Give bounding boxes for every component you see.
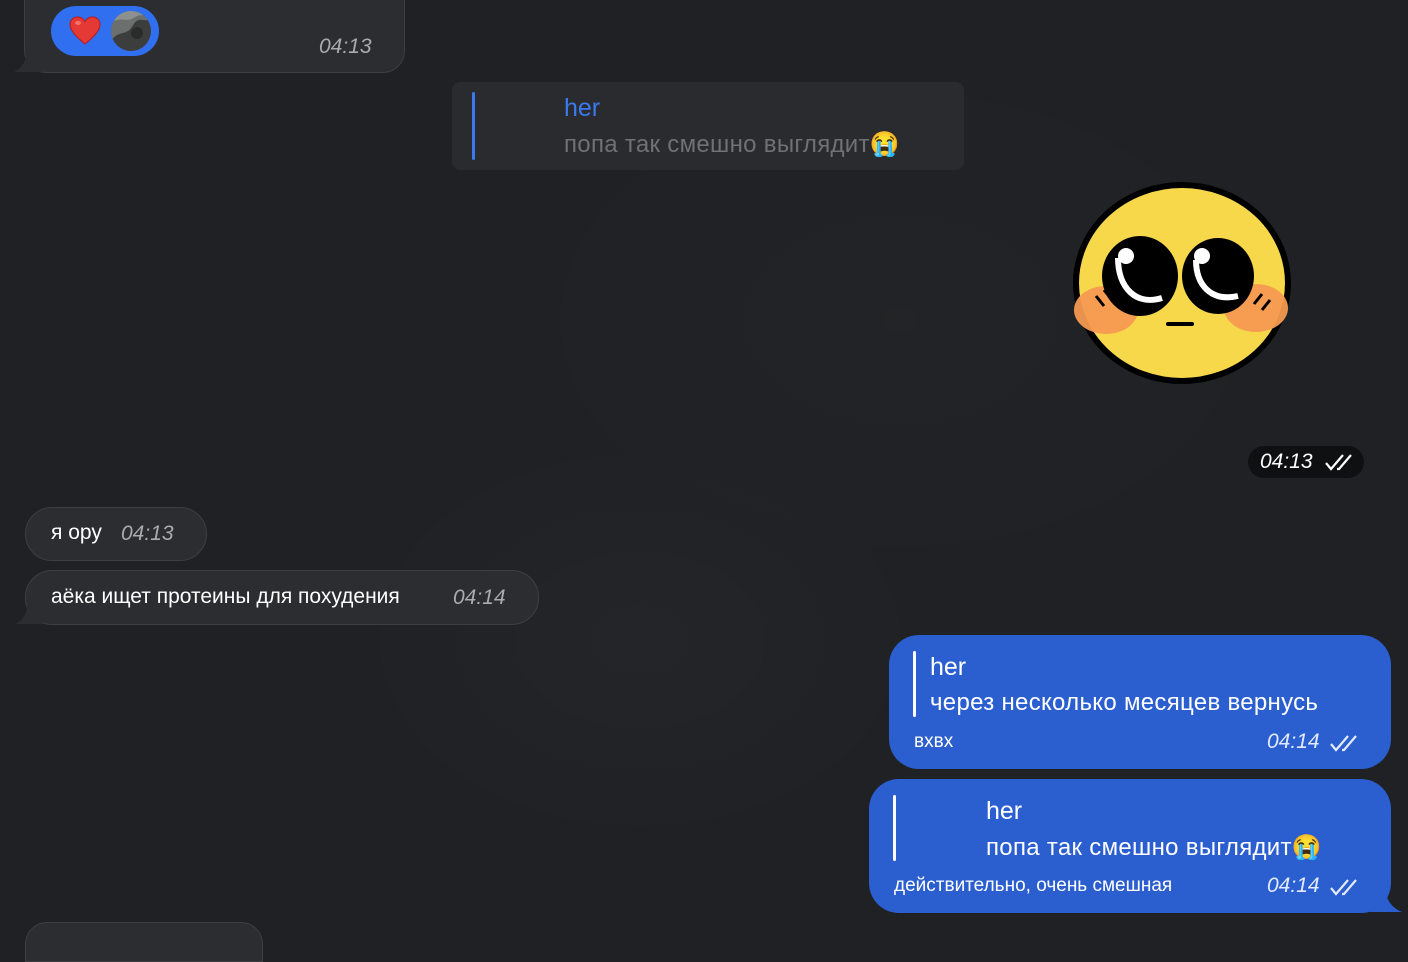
message-time: 04:14	[1267, 874, 1320, 897]
double-check-icon	[1324, 452, 1356, 477]
message-time: 04:13	[319, 35, 372, 58]
reply-preview[interactable]: her попа так смешно выглядит😭	[452, 82, 964, 170]
sticker-blushing-face[interactable]	[1066, 178, 1296, 388]
bubble-tail	[1370, 890, 1404, 914]
message-text: аёка ищет протеины для похудения	[51, 585, 400, 608]
reply-author: her	[930, 653, 967, 681]
message-time: 04:14	[453, 586, 506, 609]
message-text: вхвх	[914, 731, 954, 752]
reply-author: her	[986, 797, 1023, 825]
incoming-message[interactable]: аёка ищет протеины для похудения 04:14	[25, 570, 539, 625]
sticker-time-badge: 04:13	[1248, 446, 1364, 478]
reply-text: через несколько месяцев вернусь	[930, 689, 1319, 716]
reactor-avatar[interactable]	[111, 11, 151, 51]
heart-icon	[69, 16, 101, 51]
outgoing-message[interactable]: her попа так смешно выглядит😭 действител…	[869, 779, 1391, 913]
double-check-icon	[1329, 733, 1361, 758]
message-text: я ору	[51, 521, 102, 544]
bubble-tail	[12, 52, 42, 74]
crying-face-icon: 😭	[869, 131, 900, 158]
reply-accent-bar	[472, 92, 475, 160]
double-check-icon	[1329, 877, 1361, 902]
reply-text: попа так смешно выглядит😭	[564, 131, 900, 158]
message-time: 04:14	[1267, 730, 1320, 753]
reply-accent-bar	[893, 795, 896, 861]
message-text: действительно, очень смешная	[894, 875, 1173, 896]
reply-author: her	[564, 94, 601, 122]
incoming-message-with-reaction[interactable]: 04:13	[24, 0, 405, 73]
crying-face-icon: 😭	[1291, 834, 1322, 861]
outgoing-message[interactable]: her через несколько месяцев вернусь вхвх…	[889, 635, 1391, 769]
reaction-pill[interactable]	[51, 6, 159, 56]
reply-text: попа так смешно выглядит😭	[986, 834, 1322, 861]
message-time: 04:13	[121, 522, 174, 545]
bubble-tail	[13, 604, 43, 626]
incoming-message[interactable]: я ору 04:13	[25, 507, 207, 561]
incoming-message-partial[interactable]	[25, 922, 263, 962]
reply-accent-bar	[913, 651, 916, 717]
